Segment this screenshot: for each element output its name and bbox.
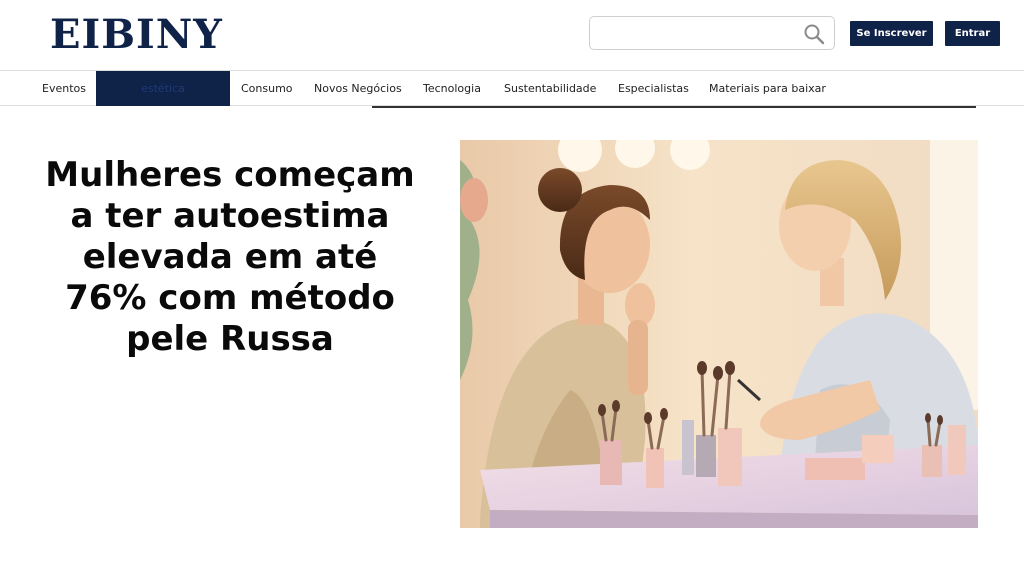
headline-line: 76% com método — [65, 278, 395, 318]
nav-item-novos-negocios[interactable]: Novos Negócios — [314, 71, 402, 106]
nav-item-especialistas[interactable]: Especialistas — [618, 71, 689, 106]
article-headline[interactable]: Mulheres começam a ter autoestima elevad… — [20, 155, 440, 360]
search-input[interactable] — [598, 23, 798, 45]
nav-item-consumo[interactable]: Consumo — [241, 71, 293, 106]
article-hero-image[interactable] — [460, 140, 978, 528]
nav-item-estetica[interactable]: estética — [96, 71, 230, 106]
login-button[interactable]: Entrar — [945, 21, 1000, 46]
subscribe-button[interactable]: Se Inscrever — [850, 21, 933, 46]
main-nav: Eventos estética Consumo Novos Negócios … — [0, 70, 1024, 106]
headline-line: Mulheres começam — [45, 155, 415, 195]
illustration-two-women-makeup-mirror — [460, 140, 978, 528]
nav-divider — [372, 106, 976, 108]
nav-item-sustentabilidade[interactable]: Sustentabilidade — [504, 71, 596, 106]
search-icon[interactable] — [803, 23, 825, 45]
headline-line: elevada em até — [82, 237, 378, 277]
site-header: EIBINY Se Inscrever Entrar — [0, 0, 1024, 70]
site-logo[interactable]: EIBINY — [50, 10, 223, 60]
search-box[interactable] — [589, 16, 835, 50]
nav-item-eventos[interactable]: Eventos — [42, 71, 86, 106]
headline-line: a ter autoestima — [70, 196, 390, 236]
nav-item-tecnologia[interactable]: Tecnologia — [423, 71, 481, 106]
nav-item-materiais[interactable]: Materiais para baixar — [709, 71, 826, 106]
headline-line: pele Russa — [126, 319, 334, 359]
